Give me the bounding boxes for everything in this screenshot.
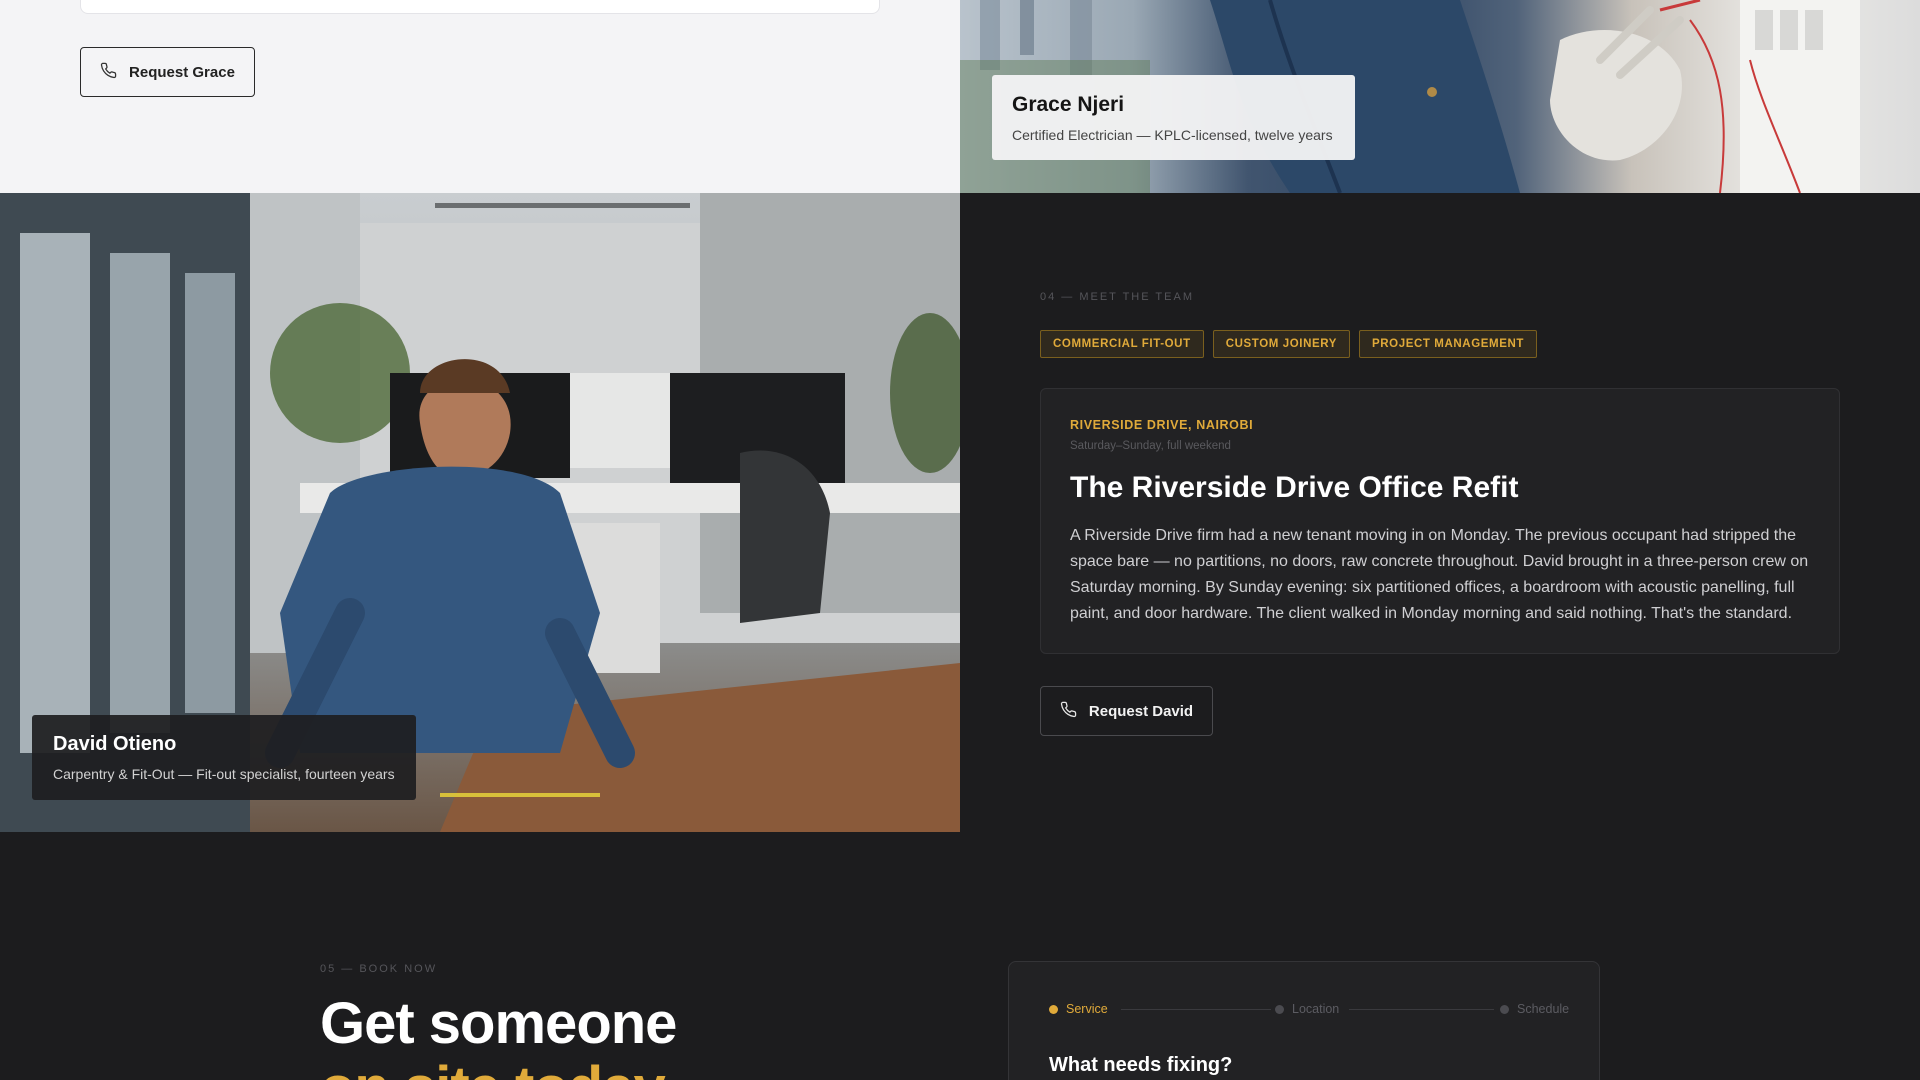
david-caption: David Otieno Carpentry & Fit-Out — Fit-o… bbox=[32, 715, 416, 800]
step-dot bbox=[1049, 1004, 1058, 1014]
meet-the-team-section: 04 — MEET THE TEAM COMMERCIAL FIT-OUT CU… bbox=[960, 193, 1920, 832]
step-dot bbox=[1275, 1004, 1284, 1014]
booking-steps: Service Location Schedule bbox=[1049, 1002, 1569, 1018]
headline-line-2: on site today bbox=[320, 1056, 676, 1080]
tag-custom-joinery: CUSTOM JOINERY bbox=[1212, 330, 1350, 358]
grace-info-panel: Request Grace bbox=[0, 0, 960, 193]
story-timing: Saturday–Sunday, full weekend bbox=[1070, 440, 1231, 452]
book-now-section: 05 — BOOK NOW Get someone on site today … bbox=[0, 832, 1920, 1080]
step-location[interactable]: Location bbox=[1275, 1002, 1339, 1016]
book-eyebrow: 05 — BOOK NOW bbox=[320, 963, 438, 975]
story-card: RIVERSIDE DRIVE, NAIROBI Saturday–Sunday… bbox=[1040, 388, 1840, 654]
book-headline: Get someone on site today bbox=[320, 991, 677, 1080]
step-connector bbox=[1121, 1009, 1271, 1010]
phone-icon bbox=[100, 62, 117, 83]
request-grace-label: Request Grace bbox=[129, 63, 235, 81]
request-david-label: Request David bbox=[1088, 702, 1194, 720]
request-grace-button[interactable]: Request Grace bbox=[80, 47, 255, 97]
grace-caption: Grace Njeri Certified Electrician — KPLC… bbox=[992, 75, 1355, 160]
page: Request Grace Grace Njeri Certified Elec… bbox=[0, 0, 1920, 1080]
story-location: RIVERSIDE DRIVE, NAIROBI bbox=[1070, 418, 1254, 432]
booking-question: What needs fixing? bbox=[1049, 1054, 1233, 1076]
step-service[interactable]: Service bbox=[1049, 1002, 1108, 1016]
story-title: The Riverside Drive Office Refit bbox=[1070, 471, 1519, 504]
story-card-bottom-edge bbox=[80, 0, 880, 14]
david-name: David Otieno bbox=[53, 733, 177, 755]
grace-name: Grace Njeri bbox=[1012, 93, 1125, 116]
story-body: A Riverside Drive firm had a new tenant … bbox=[1070, 527, 1809, 622]
grace-role: Certified Electrician — KPLC-licensed, t… bbox=[1012, 127, 1333, 143]
booking-form-card: Service Location Schedule What needs fix… bbox=[1008, 961, 1600, 1080]
step-dot bbox=[1500, 1004, 1509, 1014]
phone-icon bbox=[1060, 701, 1077, 722]
request-david-button[interactable]: Request David bbox=[1040, 686, 1213, 736]
tag-project-management: PROJECT MANAGEMENT bbox=[1359, 330, 1538, 358]
specialty-tags: COMMERCIAL FIT-OUT CUSTOM JOINERY PROJEC… bbox=[1040, 330, 1538, 358]
headline-line-1: Get someone bbox=[320, 991, 677, 1056]
tag-commercial-fit-out: COMMERCIAL FIT-OUT bbox=[1040, 330, 1204, 358]
david-role: Carpentry & Fit-Out — Fit-out specialist… bbox=[53, 766, 395, 782]
step-connector bbox=[1349, 1009, 1494, 1010]
step-schedule[interactable]: Schedule bbox=[1500, 1002, 1569, 1016]
section-eyebrow: 04 — MEET THE TEAM bbox=[1040, 291, 1194, 303]
